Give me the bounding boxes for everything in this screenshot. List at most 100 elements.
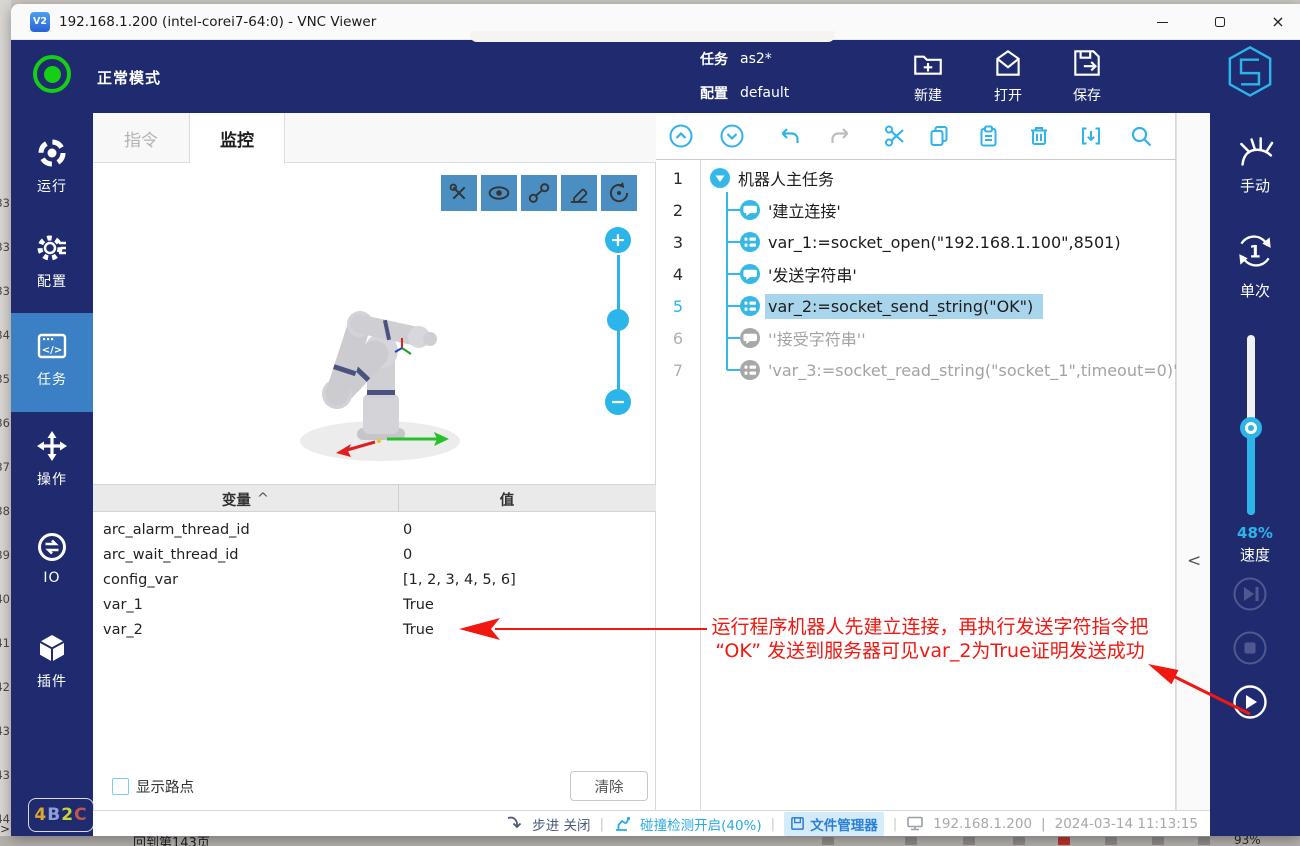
comment-icon[interactable] [739, 263, 761, 285]
tab-instruction[interactable]: 指令 [93, 113, 190, 163]
view-rotate-button[interactable] [601, 175, 637, 211]
sidebar-item-config[interactable]: 配置 [11, 232, 93, 291]
file-manager-label: 文件管理器 [810, 814, 878, 834]
separator: | [600, 816, 605, 832]
sidebar-item-io[interactable]: IO [11, 531, 93, 586]
badge-char: 4 [34, 805, 47, 825]
status-datetime: 2024-03-14 11:13:15 [1055, 816, 1198, 832]
hand-icon [1234, 135, 1276, 169]
speed-slider-handle[interactable] [1240, 417, 1262, 439]
line-number: 4 [656, 265, 700, 284]
step-forward-button[interactable] [1233, 577, 1267, 611]
variable-value: [1, 2, 3, 4, 5, 6] [403, 572, 516, 588]
zoom-in-button[interactable]: + [605, 227, 631, 253]
robot-address: 192.168.1.200 [933, 816, 1032, 832]
maximize-button[interactable] [1212, 14, 1228, 30]
search-button[interactable] [1128, 123, 1154, 149]
table-row[interactable]: arc_wait_thread_id0 [93, 542, 656, 567]
file-manager-button[interactable]: 文件管理器 [784, 812, 884, 836]
save-task-button[interactable]: 保存 [1055, 46, 1119, 105]
show-waypoints-option[interactable]: 显示路点 [112, 776, 194, 797]
column-header-variable[interactable]: 变量^ [93, 485, 398, 513]
config-label: 配置 [700, 83, 728, 103]
view-erase-button[interactable] [561, 175, 597, 211]
background-zoom-level: 93% [1234, 836, 1261, 846]
paste-button[interactable] [976, 123, 1002, 149]
redo-button[interactable] [827, 123, 853, 149]
assign-icon[interactable] [739, 231, 761, 253]
view-tools-button[interactable] [441, 175, 477, 211]
sidebar-item-label: 运行 [37, 176, 67, 196]
sidebar-item-operate[interactable]: 操作 [11, 430, 93, 489]
program-line[interactable]: 2 '建立连接' [656, 194, 1175, 226]
manual-mode-button[interactable]: 手动 [1210, 135, 1300, 196]
single-run-button[interactable]: 1 单次 [1210, 228, 1300, 301]
view-visibility-button[interactable] [481, 175, 517, 211]
collision-detect-text[interactable]: 碰撞检测开启(40%) [640, 814, 762, 834]
column-label: 值 [500, 489, 515, 510]
robot-3d-view[interactable] [287, 296, 477, 468]
single-run-label: 单次 [1240, 280, 1270, 301]
comment-icon-disabled[interactable] [739, 327, 761, 349]
zoom-out-button[interactable]: − [605, 389, 631, 415]
program-line[interactable]: 3 var_1:=socket_open("192.168.1.100",850… [656, 226, 1175, 258]
mode-status-icon[interactable] [33, 55, 71, 93]
right-sidebar [1210, 113, 1300, 836]
move-down-button[interactable] [719, 123, 745, 149]
file-manager-icon [790, 816, 805, 831]
background-toolbar-icon [963, 837, 975, 845]
cut-button[interactable] [882, 123, 908, 149]
program-line-disabled[interactable]: 6 ''接受字符串'' [656, 322, 1175, 354]
sidebar-item-label: 配置 [37, 271, 67, 291]
column-label: 变量 [222, 489, 251, 510]
new-task-button[interactable]: 新建 [896, 46, 960, 105]
delete-button[interactable] [1026, 123, 1052, 149]
undo-button[interactable] [777, 123, 803, 149]
table-row[interactable]: var_1True [93, 592, 656, 617]
column-header-value[interactable]: 值 [398, 485, 616, 513]
background-toolbar-icon [1152, 837, 1164, 845]
table-row[interactable]: arc_alarm_thread_id0 [93, 517, 656, 542]
task-root-icon[interactable] [709, 167, 731, 189]
annotation-arrow-to-var2 [455, 616, 710, 644]
sidebar-item-run[interactable]: 运行 [11, 137, 93, 196]
badge-char: C [74, 805, 87, 825]
sidebar-item-task[interactable]: </> 任务 [11, 330, 93, 389]
copy-button[interactable] [927, 123, 953, 149]
clear-button[interactable]: 清除 [570, 771, 648, 801]
vnc-toolbar-notch[interactable] [470, 31, 835, 42]
minimize-button[interactable] [1154, 14, 1170, 30]
open-task-button[interactable]: 打开 [976, 46, 1040, 105]
insert-replace-button[interactable] [1078, 123, 1104, 149]
status-bar: 步进 关闭 | 碰撞检测开启(40%) | 文件管理器 | 192.168.1.… [93, 810, 1210, 836]
program-line-disabled[interactable]: 7 'var_3:=socket_read_string("socket_1",… [656, 354, 1175, 386]
program-line[interactable]: 1 机器人主任务 [656, 162, 1175, 194]
collision-detect-icon [613, 815, 631, 833]
move-up-button[interactable] [668, 123, 694, 149]
sidebar-item-label: 操作 [37, 469, 67, 489]
program-line[interactable]: 4 '发送字符串' [656, 258, 1175, 290]
zoom-slider-handle[interactable] [607, 309, 629, 331]
sidebar-item-plugin[interactable]: 插件 [11, 632, 93, 691]
view-waypoints-button[interactable] [521, 175, 557, 211]
comment-icon[interactable] [739, 199, 761, 221]
variable-value: 0 [403, 547, 412, 563]
program-line-selected[interactable]: 5 var_2:=socket_send_string("OK") [656, 290, 1175, 322]
save-icon [1070, 46, 1104, 80]
badge-char: B [47, 805, 61, 825]
tools-icon [446, 180, 472, 206]
assign-icon[interactable] [739, 295, 761, 317]
table-row[interactable]: config_var[1, 2, 3, 4, 5, 6] [93, 567, 656, 592]
variable-name: var_2 [103, 622, 143, 638]
tab-monitor[interactable]: 监控 [190, 113, 285, 164]
background-toolbar-icon [1105, 837, 1117, 845]
line-number: 1 [656, 169, 700, 188]
variable-value: True [403, 597, 434, 613]
show-waypoints-checkbox[interactable] [112, 778, 129, 795]
close-button[interactable]: × [1270, 14, 1286, 30]
collapse-chevron-icon[interactable]: < [1187, 551, 1201, 571]
eye-icon [486, 180, 512, 206]
assign-icon-disabled[interactable] [739, 359, 761, 381]
step-mode-text[interactable]: 步进 关闭 [532, 814, 590, 834]
open-file-icon [991, 46, 1025, 80]
